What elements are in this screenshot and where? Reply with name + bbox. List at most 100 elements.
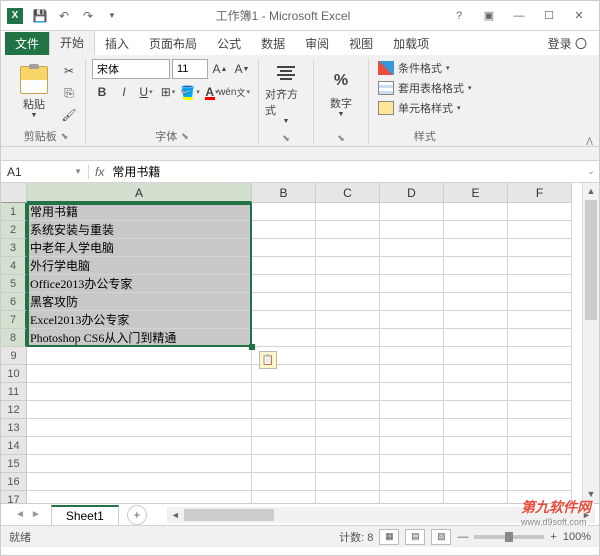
cell[interactable] (380, 203, 444, 221)
add-sheet-button[interactable]: + (127, 505, 147, 525)
cell[interactable] (380, 221, 444, 239)
tab-view[interactable]: 视图 (339, 32, 383, 55)
cell[interactable] (444, 437, 508, 455)
sheet-tab[interactable]: Sheet1 (51, 505, 119, 525)
cell[interactable] (444, 239, 508, 257)
cell[interactable] (316, 239, 380, 257)
row-header[interactable]: 1 (1, 203, 27, 221)
row-header[interactable]: 16 (1, 473, 27, 491)
cell[interactable] (316, 455, 380, 473)
cell[interactable] (27, 419, 252, 437)
cell[interactable] (380, 347, 444, 365)
cell[interactable] (316, 311, 380, 329)
close-icon[interactable]: ✕ (565, 6, 593, 26)
cell[interactable] (252, 473, 316, 491)
cell[interactable] (444, 455, 508, 473)
cell[interactable] (444, 221, 508, 239)
cell[interactable] (444, 203, 508, 221)
select-all-corner[interactable] (1, 183, 27, 203)
cell[interactable] (380, 275, 444, 293)
cell[interactable] (444, 275, 508, 293)
border-button[interactable]: ⊞▾ (158, 82, 178, 102)
underline-button[interactable]: U▾ (136, 82, 156, 102)
conditional-format-button[interactable]: 条件格式 ▾ (375, 59, 475, 77)
cell[interactable] (508, 401, 572, 419)
cell[interactable] (444, 473, 508, 491)
cell[interactable] (444, 401, 508, 419)
cell[interactable] (380, 401, 444, 419)
cell[interactable] (316, 221, 380, 239)
cell[interactable]: Office2013办公专家 (27, 275, 252, 293)
cell[interactable] (508, 329, 572, 347)
tab-home[interactable]: 开始 (49, 30, 95, 55)
tab-insert[interactable]: 插入 (95, 32, 139, 55)
clipboard-launcher-icon[interactable]: ⬊ (61, 131, 69, 142)
cell[interactable] (380, 311, 444, 329)
cell[interactable] (508, 203, 572, 221)
row-header[interactable]: 3 (1, 239, 27, 257)
scroll-thumb-h[interactable] (184, 509, 274, 521)
cell[interactable] (508, 473, 572, 491)
cell[interactable] (252, 239, 316, 257)
minimize-icon[interactable]: — (505, 6, 533, 26)
qat-customize-icon[interactable]: ▼ (103, 7, 121, 25)
tab-file[interactable]: 文件 (5, 32, 49, 55)
row-header[interactable]: 17 (1, 491, 27, 503)
tab-formulas[interactable]: 公式 (207, 32, 251, 55)
cell[interactable] (508, 275, 572, 293)
cell[interactable]: 外行学电脑 (27, 257, 252, 275)
number-launcher-icon[interactable]: ⬊ (337, 133, 345, 144)
cell[interactable] (27, 347, 252, 365)
cell[interactable] (444, 365, 508, 383)
zoom-level[interactable]: 100% (563, 531, 591, 543)
cell[interactable]: Excel2013办公专家 (27, 311, 252, 329)
font-name-select[interactable] (92, 59, 170, 79)
cell[interactable] (252, 221, 316, 239)
cell[interactable] (27, 437, 252, 455)
login-link[interactable]: 登录 〇 (540, 32, 595, 55)
zoom-slider[interactable] (474, 535, 544, 539)
number-button[interactable]: % 数字 ▼ (320, 59, 362, 125)
column-header[interactable]: E (444, 183, 508, 203)
cell[interactable] (252, 455, 316, 473)
column-header[interactable]: B (252, 183, 316, 203)
cut-icon[interactable]: ✂ (59, 61, 79, 81)
cell[interactable] (508, 455, 572, 473)
cell[interactable] (316, 293, 380, 311)
font-color-button[interactable]: A▾ (202, 82, 222, 102)
cell[interactable] (252, 203, 316, 221)
formula-input[interactable] (108, 162, 577, 181)
cell[interactable] (252, 293, 316, 311)
cell[interactable] (27, 491, 252, 503)
cell[interactable] (252, 437, 316, 455)
cell[interactable] (252, 491, 316, 503)
row-header[interactable]: 14 (1, 437, 27, 455)
decrease-font-icon[interactable]: A▼ (232, 59, 252, 79)
cell[interactable] (252, 311, 316, 329)
cell[interactable] (27, 365, 252, 383)
cell[interactable] (380, 383, 444, 401)
tab-addins[interactable]: 加载项 (383, 32, 439, 55)
cell[interactable] (380, 329, 444, 347)
cell[interactable] (508, 437, 572, 455)
name-box[interactable]: A1▼ (1, 165, 89, 179)
cell[interactable] (316, 329, 380, 347)
cell-styles-button[interactable]: 单元格样式 ▾ (375, 99, 475, 117)
ribbon-options-icon[interactable]: ▣ (475, 6, 503, 26)
row-header[interactable]: 11 (1, 383, 27, 401)
cell[interactable] (508, 293, 572, 311)
spreadsheet-grid[interactable]: ABCDEF 1常用书籍2系统安装与重装3中老年人学电脑4外行学电脑5Offic… (1, 183, 599, 503)
cell[interactable] (380, 437, 444, 455)
paste-button[interactable]: 粘贴 ▼ (13, 59, 55, 125)
cell[interactable] (380, 239, 444, 257)
cell[interactable]: 常用书籍 (27, 203, 252, 221)
phonetic-button[interactable]: wén文▾ (224, 82, 244, 102)
fx-icon[interactable]: fx (95, 165, 104, 179)
cell[interactable] (380, 365, 444, 383)
row-header[interactable]: 5 (1, 275, 27, 293)
cell[interactable] (316, 383, 380, 401)
format-table-button[interactable]: 套用表格格式 ▾ (375, 79, 475, 97)
cell[interactable] (252, 275, 316, 293)
cell[interactable] (316, 401, 380, 419)
cell[interactable] (316, 419, 380, 437)
